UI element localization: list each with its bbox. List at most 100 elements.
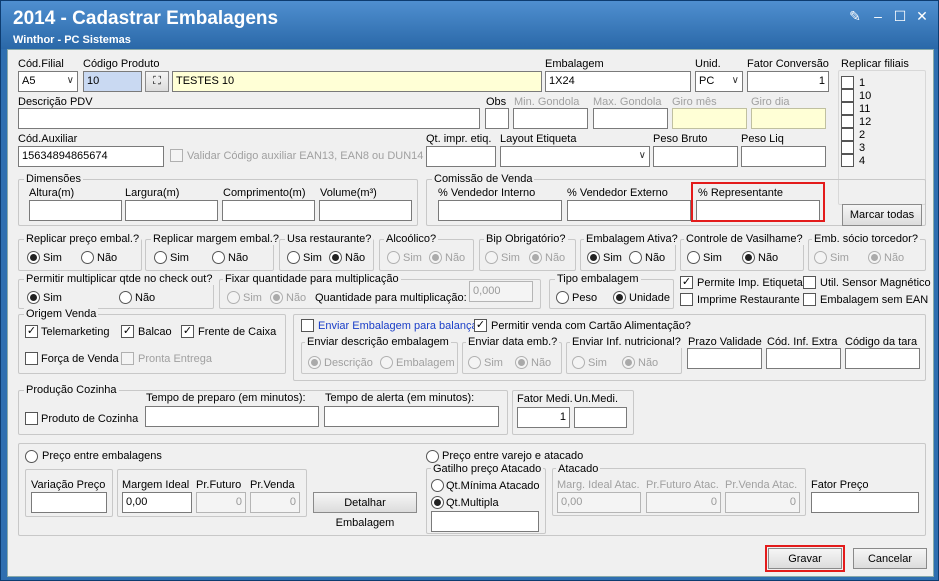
forca-venda-checkbox[interactable] [25,352,38,365]
data-nao-radio[interactable] [515,356,528,369]
alcoolico-sim-radio[interactable] [387,251,400,264]
max-gondola-input[interactable] [593,108,668,129]
largura-input[interactable] [125,200,218,221]
imprime-rest-checkbox[interactable] [680,293,693,306]
qt-impr-input[interactable] [426,146,496,167]
frente-caixa-checkbox[interactable]: ✓ [181,325,194,338]
replicar-margem-sim-radio[interactable] [154,251,167,264]
descr-embalagem-radio[interactable] [380,356,393,369]
util-sensor-checkbox[interactable] [803,276,816,289]
pr-venda-atac-label: Pr.Venda Atac. [725,479,798,491]
tempo-alerta-input[interactable] [324,406,499,427]
qtd-mult-input[interactable]: 0,000 [469,281,533,302]
replicar-margem-nao-radio[interactable] [212,251,225,264]
descricao-pdv-input[interactable] [18,108,480,129]
fator-conversao-input[interactable]: 1 [747,71,829,92]
preco-varejo-radio[interactable] [426,450,439,463]
embalagem-input[interactable]: 1X24 [545,71,691,92]
usa-restaurante-nao-radio[interactable] [329,251,342,264]
tempo-preparo-input[interactable] [145,406,319,427]
pronta-entrega-checkbox[interactable] [121,352,134,365]
emb-ativa-nao-radio[interactable] [629,251,642,264]
filial-checkbox[interactable] [841,76,854,89]
preco-entre-emb-radio[interactable] [25,450,38,463]
validar-ean-checkbox[interactable] [170,149,183,162]
sim-label: Sim [603,252,622,264]
volume-input[interactable] [319,200,412,221]
data-sim-radio[interactable] [468,356,481,369]
maximize-icon[interactable]: ☐ [891,7,909,25]
balcao-checkbox[interactable]: ✓ [121,325,134,338]
search-product-button[interactable]: ⛶ [145,71,169,92]
vend-interno-label: % Vendedor Interno [438,187,536,199]
socio-nao-radio[interactable] [868,251,881,264]
alcoolico-nao-radio[interactable] [429,251,442,264]
vend-interno-input[interactable] [438,200,562,221]
enviar-balanca-checkbox[interactable] [301,319,314,332]
nao-label: Não [884,252,905,264]
vasilhame-sim-radio[interactable] [687,251,700,264]
cod-filial-select[interactable]: A5 [18,71,78,92]
detalhar-embalagem-button[interactable]: Detalhar Embalagem [313,492,417,529]
peso-bruto-input[interactable] [653,146,738,167]
bip-sim-radio[interactable] [485,251,498,264]
codigo-tara-input[interactable] [845,348,920,369]
nao-label: Não [97,252,118,264]
descr-descricao-radio[interactable] [308,356,321,369]
un-medi-input[interactable] [574,407,627,428]
qt-multipla-radio[interactable] [431,496,444,509]
edit-icon[interactable]: ✎ [846,7,864,25]
vasilhame-nao-radio[interactable] [742,251,755,264]
min-gondola-input[interactable] [513,108,588,129]
peso-liq-label: Peso Liq [741,133,784,145]
vend-externo-input[interactable] [567,200,691,221]
layout-etiqueta-select[interactable] [500,146,650,167]
gatilho-input[interactable] [431,511,539,532]
produto-cozinha-checkbox[interactable] [25,412,38,425]
fator-preco-input[interactable] [811,492,919,513]
marcar-todas-button[interactable]: Marcar todas [842,204,922,226]
fixar-nao-radio[interactable] [270,291,283,304]
tipo-peso-radio[interactable] [556,291,569,304]
altura-input[interactable] [29,200,122,221]
qt-minima-radio[interactable] [431,479,444,492]
emb-ativa-sim-radio[interactable] [587,251,600,264]
filial-checkbox[interactable] [841,128,854,141]
multiplicar-sim-radio[interactable] [27,291,40,304]
fator-medi-input[interactable]: 1 [517,407,570,428]
bip-nao-radio[interactable] [529,251,542,264]
multiplicar-nao-radio[interactable] [119,291,132,304]
inf-nao-radio[interactable] [622,356,635,369]
filial-checkbox[interactable] [841,154,854,167]
prazo-validade-input[interactable] [687,348,762,369]
minimize-icon[interactable]: – [869,7,887,25]
variacao-preco-input[interactable] [31,492,107,513]
replicar-preco-nao-radio[interactable] [81,251,94,264]
close-icon[interactable]: ✕ [913,7,931,25]
fixar-sim-radio[interactable] [227,291,240,304]
tipo-unidade-radio[interactable] [613,291,626,304]
cod-auxiliar-input[interactable]: 15634894865674 [18,146,164,167]
obs-input[interactable] [485,108,509,129]
cod-inf-extra-input[interactable] [766,348,841,369]
filial-checkbox[interactable] [841,102,854,115]
emb-sem-ean-checkbox[interactable] [803,293,816,306]
socio-sim-radio[interactable] [814,251,827,264]
filial-checkbox[interactable] [841,141,854,154]
filial-checkbox[interactable] [841,89,854,102]
inf-sim-radio[interactable] [572,356,585,369]
margem-ideal-input[interactable]: 0,00 [122,492,192,513]
usa-restaurante-sim-radio[interactable] [287,251,300,264]
cancelar-button[interactable]: Cancelar [853,548,927,569]
telemarketing-checkbox[interactable]: ✓ [25,325,38,338]
peso-liq-input[interactable] [741,146,826,167]
cod-produto-input[interactable]: 10 [83,71,142,92]
permitir-cartao-checkbox[interactable]: ✓ [474,319,487,332]
replicar-preco-sim-radio[interactable] [27,251,40,264]
comprimento-input[interactable] [222,200,315,221]
filial-label: 3 [859,142,866,154]
unid-select[interactable]: PC [695,71,743,92]
permite-impr-checkbox[interactable]: ✓ [680,276,693,289]
filial-checkbox[interactable] [841,115,854,128]
produto-descricao[interactable]: TESTES 10 [172,71,542,92]
